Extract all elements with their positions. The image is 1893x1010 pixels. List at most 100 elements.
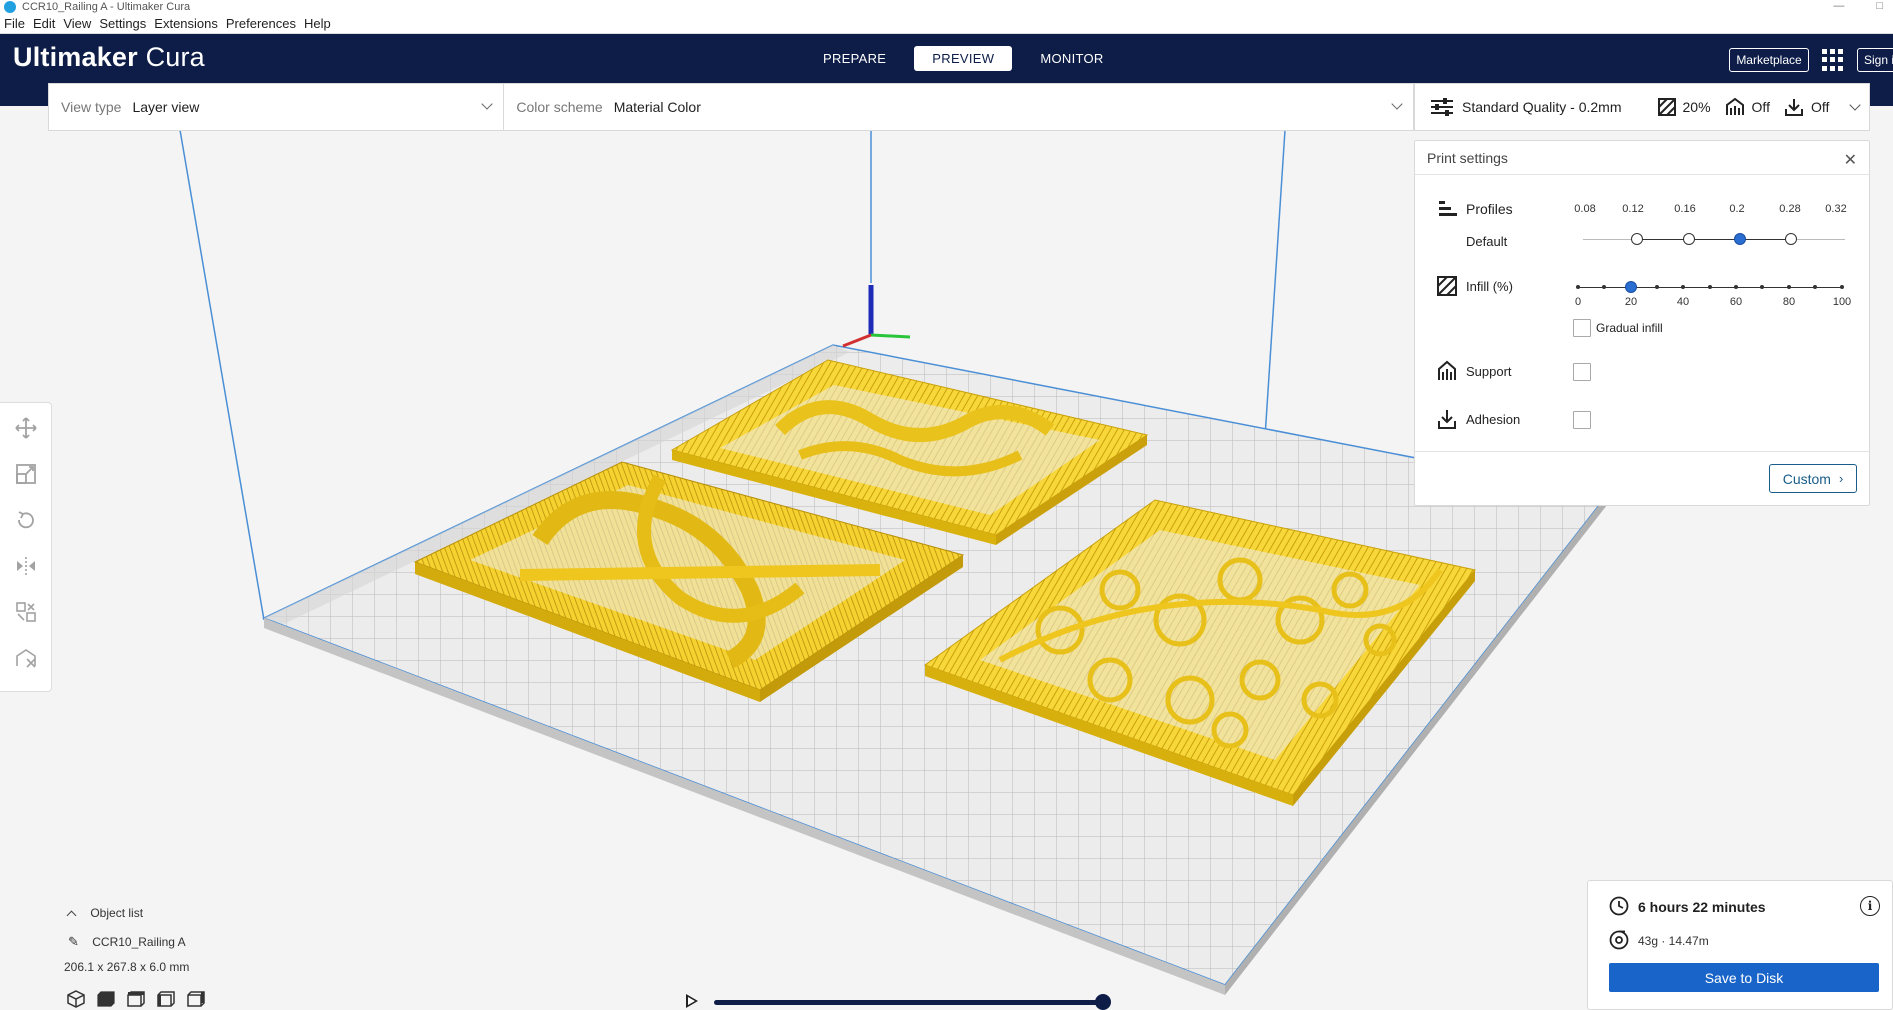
profile-handle[interactable] (1785, 233, 1797, 245)
save-to-disk-button[interactable]: Save to Disk (1609, 963, 1879, 992)
object-dimensions: 206.1 x 267.8 x 6.0 mm (64, 960, 190, 974)
scale-tool-icon[interactable] (15, 463, 37, 485)
chevron-down-icon[interactable] (1849, 99, 1862, 111)
minimize-icon[interactable]: — (1833, 0, 1844, 12)
adhesion-checkbox[interactable] (1573, 411, 1591, 429)
support-label: Support (1466, 364, 1512, 379)
view-type-dropdown[interactable]: View type Layer view (49, 84, 505, 130)
support-summary[interactable]: Off (1725, 97, 1770, 117)
menu-help[interactable]: Help (304, 16, 331, 31)
support-icon (1438, 360, 1456, 380)
menu-view[interactable]: View (63, 16, 91, 31)
infill-icon (1437, 276, 1457, 296)
cura-app-icon (4, 1, 16, 13)
profile-tick: 0.2 (1729, 203, 1745, 215)
app-logo: Ultimaker Cura (13, 42, 205, 73)
adhesion-summary[interactable]: Off (1784, 97, 1829, 117)
right-view-icon[interactable] (186, 990, 206, 1008)
infill-tick: 0 (1574, 296, 1582, 308)
x-axis (842, 333, 872, 348)
quality-value: Standard Quality - 0.2mm (1462, 99, 1622, 115)
window-title: CCR10_Railing A - Ultimaker Cura (22, 1, 191, 13)
profile-tick: 0.28 (1779, 203, 1801, 215)
gradual-infill-checkbox[interactable] (1573, 319, 1591, 337)
default-label: Default (1466, 234, 1508, 249)
window-controls: — □ (1833, 0, 1883, 12)
marketplace-button[interactable]: Marketplace (1729, 48, 1809, 72)
object-name: CCR10_Railing A (92, 935, 186, 949)
build-volume-edge (179, 129, 265, 621)
menu-file[interactable]: File (4, 16, 25, 31)
profile-handle-selected[interactable] (1734, 233, 1746, 245)
chevron-right-icon: › (1838, 471, 1844, 486)
menu-settings[interactable]: Settings (99, 16, 146, 31)
infill-tick: 100 (1832, 296, 1852, 308)
view-type-value: Layer view (132, 99, 200, 115)
layer-slider-handle[interactable] (1095, 994, 1111, 1010)
per-model-settings-icon[interactable] (15, 601, 37, 623)
profile-tick: 0.12 (1622, 203, 1644, 215)
infill-tick: 60 (1729, 296, 1743, 308)
left-view-icon[interactable] (156, 990, 176, 1008)
infill-summary[interactable]: 20% (1657, 98, 1711, 116)
profiles-label: Profiles (1466, 201, 1513, 217)
tab-prepare[interactable]: PREPARE (805, 46, 904, 71)
top-view-icon[interactable] (126, 990, 146, 1008)
y-axis (870, 333, 911, 339)
apps-grid-icon[interactable] (1822, 49, 1844, 71)
front-view-icon[interactable] (96, 990, 116, 1008)
print-time: 6 hours 22 minutes (1638, 899, 1766, 915)
adhesion-value: Off (1810, 99, 1830, 115)
tool-panel (0, 402, 52, 692)
rotate-tool-icon[interactable] (15, 509, 37, 531)
profile-tick: 0.08 (1574, 203, 1596, 215)
menu-preferences[interactable]: Preferences (226, 16, 296, 31)
support-icon (1725, 97, 1744, 115)
close-icon[interactable]: ✕ (1844, 150, 1857, 170)
custom-button[interactable]: Custom › (1769, 464, 1857, 493)
view-toolbar: View type Layer view Color scheme Materi… (48, 83, 1414, 131)
mirror-tool-icon[interactable] (15, 555, 37, 577)
profile-tick: 0.32 (1825, 203, 1847, 215)
3d-view-icon[interactable] (66, 990, 86, 1008)
clock-icon (1609, 896, 1629, 916)
print-settings-panel: Print settings ✕ Profiles Default 0.08 0… (1414, 140, 1870, 506)
maximize-icon[interactable]: □ (1876, 0, 1883, 12)
menu-extensions[interactable]: Extensions (154, 16, 218, 31)
profile-handle[interactable] (1683, 233, 1695, 245)
tab-monitor[interactable]: MONITOR (1022, 46, 1121, 71)
color-scheme-value: Material Color (613, 99, 701, 115)
support-blocker-icon[interactable] (15, 647, 37, 669)
layer-slider-track[interactable] (714, 1000, 1104, 1005)
panel-title: Print settings (1415, 141, 1869, 175)
tab-preview[interactable]: PREVIEW (914, 46, 1013, 71)
support-value: Off (1751, 99, 1770, 115)
print-job-panel: 6 hours 22 minutes i 43g · 14.47m Save t… (1587, 880, 1893, 1010)
pencil-icon: ✎ (68, 934, 79, 949)
spool-icon (1609, 930, 1629, 950)
sign-in-button[interactable]: Sign in (1857, 48, 1893, 72)
print-settings-summary[interactable]: Standard Quality - 0.2mm 20% Off Off (1414, 83, 1870, 131)
object-list-toggle[interactable]: Object list (66, 906, 144, 921)
camera-view-buttons (66, 990, 206, 1008)
quality-summary[interactable]: Standard Quality - 0.2mm (1429, 96, 1622, 118)
color-scheme-dropdown[interactable]: Color scheme Material Color (504, 84, 1413, 130)
profile-tick: 0.16 (1674, 203, 1696, 215)
menu-bar: File Edit View Settings Extensions Prefe… (0, 14, 1893, 34)
infill-tick: 80 (1782, 296, 1796, 308)
infill-value: 20% (1682, 99, 1711, 115)
move-tool-icon[interactable] (14, 417, 37, 439)
adhesion-label: Adhesion (1466, 412, 1521, 427)
object-entry[interactable]: ✎ CCR10_Railing A (68, 934, 186, 950)
menu-edit[interactable]: Edit (33, 16, 55, 31)
infill-icon (1657, 98, 1676, 116)
profile-handle[interactable] (1631, 233, 1643, 245)
infill-handle[interactable] (1625, 281, 1637, 293)
object-list-label: Object list (90, 906, 144, 920)
info-icon[interactable]: i (1860, 896, 1880, 916)
adhesion-icon (1784, 99, 1803, 116)
infill-tick: 20 (1624, 296, 1638, 308)
infill-tick: 40 (1676, 296, 1690, 308)
support-checkbox[interactable] (1573, 363, 1591, 381)
play-icon[interactable] (686, 994, 698, 1008)
